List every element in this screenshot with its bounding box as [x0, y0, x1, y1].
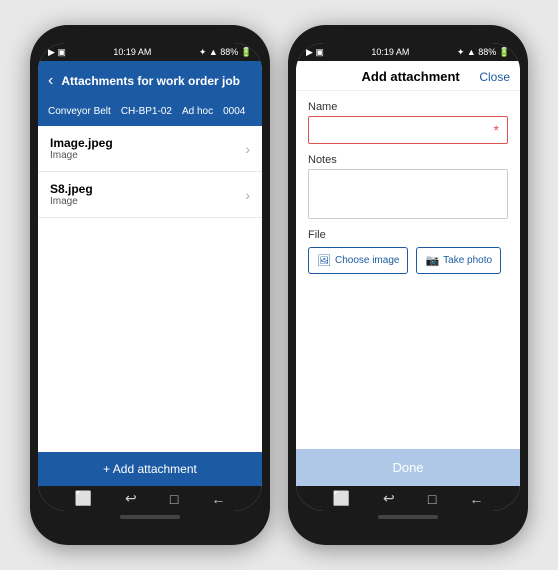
right-status-bar: ▶ ▣ 10:19 AM ✦ ▲ 88% 🔋 [296, 43, 520, 61]
info-number: 0004 [223, 105, 245, 118]
add-attachment-form: Name * Notes File 🖼 Choose image [296, 91, 520, 449]
take-photo-label: Take photo [443, 255, 492, 266]
nav-home-icon[interactable]: □ [428, 491, 436, 507]
file-buttons-container: 🖼 Choose image 📷 Take photo [308, 247, 508, 274]
info-adhoc: Ad hoc [182, 105, 213, 118]
nav-left-icon[interactable]: ← [469, 491, 483, 507]
close-button[interactable]: Close [479, 70, 510, 84]
right-header-bar: Add attachment Close [296, 61, 520, 91]
image-icon: 🖼 [317, 254, 331, 267]
add-attachment-button[interactable]: + Add attachment [38, 452, 262, 486]
left-status-left: ▶ ▣ [48, 47, 66, 58]
chevron-right-icon: › [245, 141, 250, 157]
back-arrow-icon[interactable]: ‹ [48, 72, 53, 90]
name-field-group: Name * [308, 101, 508, 144]
left-phone: ▶ ▣ 10:19 AM ✦ ▲ 88% 🔋 ‹ Attachments for… [30, 25, 270, 545]
notes-input[interactable] [308, 169, 508, 219]
choose-image-button[interactable]: 🖼 Choose image [308, 247, 408, 274]
right-bottom-nav: ⬜ ↩ □ ← [296, 486, 520, 511]
list-item[interactable]: S8.jpeg Image › [38, 172, 262, 218]
nav-left-icon[interactable]: ← [211, 491, 225, 507]
left-status-bar: ▶ ▣ 10:19 AM ✦ ▲ 88% 🔋 [38, 43, 262, 61]
choose-image-label: Choose image [335, 255, 399, 266]
item-title: Image.jpeg [50, 136, 113, 150]
item-title: S8.jpeg [50, 182, 93, 196]
notes-label: Notes [308, 154, 508, 166]
info-conveyor: Conveyor Belt [48, 105, 111, 118]
right-status-left: ▶ ▣ [306, 47, 324, 58]
home-indicator [378, 515, 438, 519]
nav-recent-icon[interactable]: ⬜ [333, 490, 350, 507]
nav-back-icon[interactable]: ↩ [125, 490, 137, 507]
item-subtitle: Image [50, 196, 93, 207]
left-header-bar: ‹ Attachments for work order job [38, 61, 262, 101]
left-screen: ▶ ▣ 10:19 AM ✦ ▲ 88% 🔋 ‹ Attachments for… [38, 43, 262, 511]
done-label: Done [392, 460, 423, 475]
left-status-time: 10:19 AM [113, 47, 151, 57]
right-screen: ▶ ▣ 10:19 AM ✦ ▲ 88% 🔋 Add attachment Cl… [296, 43, 520, 511]
info-code: CH-BP1-02 [121, 105, 172, 118]
file-label: File [308, 229, 508, 241]
camera-icon: 📷 [425, 254, 439, 267]
required-star-icon: * [494, 123, 499, 137]
done-button[interactable]: Done [296, 449, 520, 486]
left-status-right: ✦ ▲ 88% 🔋 [199, 47, 252, 58]
item-subtitle: Image [50, 150, 113, 161]
left-info-bar: Conveyor Belt CH-BP1-02 Ad hoc 0004 [38, 101, 262, 126]
list-item-text: S8.jpeg Image [50, 182, 93, 207]
right-status-time: 10:19 AM [371, 47, 409, 57]
list-item[interactable]: Image.jpeg Image › [38, 126, 262, 172]
nav-recent-icon[interactable]: ⬜ [75, 490, 92, 507]
add-attachment-label: + Add attachment [103, 462, 197, 476]
right-header-title: Add attachment [342, 69, 479, 84]
right-phone: ▶ ▣ 10:19 AM ✦ ▲ 88% 🔋 Add attachment Cl… [288, 25, 528, 545]
file-field-group: File 🖼 Choose image 📷 Take photo [308, 229, 508, 274]
nav-home-icon[interactable]: □ [170, 491, 178, 507]
left-header-title: Attachments for work order job [61, 74, 240, 88]
name-label: Name [308, 101, 508, 113]
attachments-list: Image.jpeg Image › S8.jpeg Image › [38, 126, 262, 452]
take-photo-button[interactable]: 📷 Take photo [416, 247, 501, 274]
home-indicator [120, 515, 180, 519]
notes-field-group: Notes [308, 154, 508, 219]
nav-back-icon[interactable]: ↩ [383, 490, 395, 507]
left-bottom-nav: ⬜ ↩ □ ← [38, 486, 262, 511]
name-input[interactable]: * [308, 116, 508, 144]
chevron-right-icon: › [245, 187, 250, 203]
right-status-right: ✦ ▲ 88% 🔋 [457, 47, 510, 58]
list-item-text: Image.jpeg Image [50, 136, 113, 161]
